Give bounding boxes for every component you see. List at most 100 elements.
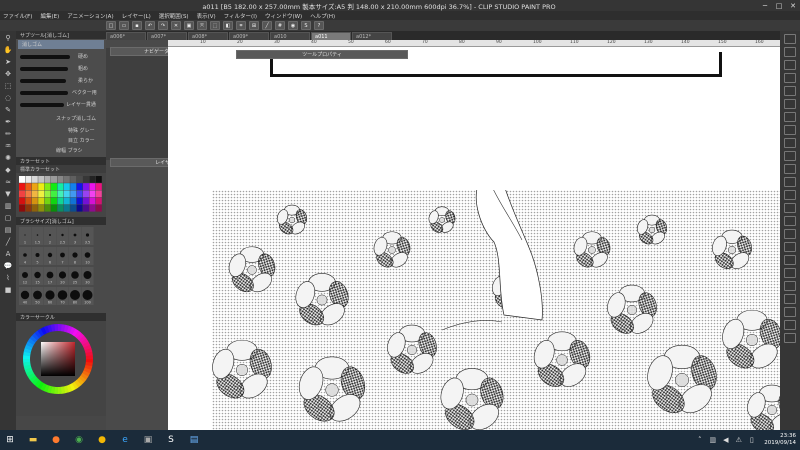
approximate-color-icon[interactable] xyxy=(784,190,796,200)
color-swatch[interactable] xyxy=(57,197,64,205)
internet-explorer-icon[interactable]: e xyxy=(115,431,135,449)
brush-size-icon[interactable] xyxy=(784,320,796,330)
color-swatch[interactable] xyxy=(76,176,83,183)
subtool-item[interactable]: レイヤー貫通 xyxy=(66,101,96,108)
brush-size-dot[interactable] xyxy=(34,271,41,279)
app-window-icon[interactable]: ▣ xyxy=(138,431,158,449)
color-swatch[interactable] xyxy=(44,204,51,212)
intermediate-color-icon[interactable] xyxy=(784,203,796,213)
ruler-tool-icon[interactable]: ╱ xyxy=(2,237,14,247)
eyedropper-tool-icon[interactable]: ✎ xyxy=(2,105,14,115)
tab-a006[interactable]: a006* xyxy=(106,32,146,40)
save-icon[interactable]: ▪ xyxy=(132,21,142,30)
navigator-icon[interactable] xyxy=(784,281,796,291)
menu-animation[interactable]: アニメーション(A) xyxy=(67,12,113,20)
color-swatch[interactable] xyxy=(89,197,96,205)
selection-tool-icon[interactable]: ⬚ xyxy=(2,81,14,91)
airbrush-tool-icon[interactable]: ✺ xyxy=(2,153,14,163)
brush-size-dot[interactable] xyxy=(46,271,54,279)
tab-a007[interactable]: a007* xyxy=(147,32,187,40)
start-windows-icon[interactable]: ⊞ xyxy=(0,431,20,449)
brush-size-dot[interactable] xyxy=(45,290,55,300)
close-button[interactable]: ✕ xyxy=(786,0,800,11)
subtool-item[interactable]: 硬め xyxy=(78,53,88,60)
balloon-tool-icon[interactable]: 💬 xyxy=(2,261,14,271)
menu-filter[interactable]: フィルター(I) xyxy=(224,12,257,20)
color-swatch[interactable] xyxy=(89,183,96,190)
volume-icon[interactable]: ◀ xyxy=(721,436,730,445)
layer-move-tool-icon[interactable]: ✥ xyxy=(2,69,14,79)
color-swatch[interactable] xyxy=(95,176,102,183)
color-swatch[interactable] xyxy=(95,183,102,190)
color-swatch[interactable] xyxy=(95,197,102,205)
color-swatch[interactable] xyxy=(38,190,45,198)
invert-icon[interactable]: ◧ xyxy=(223,21,233,30)
notification-icon[interactable]: ⚠ xyxy=(734,436,743,445)
menu-file[interactable]: ファイル(F) xyxy=(3,12,32,20)
layer-icon[interactable] xyxy=(784,268,796,278)
tab-a011[interactable]: a011 xyxy=(311,32,351,40)
zoom-tool-icon[interactable]: ⚲ xyxy=(2,33,14,43)
brush-size-dot[interactable] xyxy=(33,290,42,300)
history-icon[interactable] xyxy=(784,47,796,57)
menu-layer[interactable]: レイヤー(L) xyxy=(122,12,151,20)
gradient-tool-icon[interactable]: ▥ xyxy=(2,201,14,211)
brush-size-dot[interactable] xyxy=(49,234,51,236)
color-swatch[interactable] xyxy=(83,190,89,198)
new-icon[interactable]: □ xyxy=(106,21,116,30)
color-swatch[interactable] xyxy=(57,176,64,183)
pencil-tool-icon[interactable]: ✏ xyxy=(2,129,14,139)
tab-a008[interactable]: a008* xyxy=(188,32,228,40)
fill-icon[interactable]: ▣ xyxy=(184,21,194,30)
layer-property-icon[interactable] xyxy=(784,34,796,44)
figure-tool-icon[interactable]: ▢ xyxy=(2,213,14,223)
brush-size-dot[interactable] xyxy=(24,234,26,236)
color-swatch[interactable] xyxy=(76,204,83,212)
grid-icon[interactable]: # xyxy=(275,21,285,30)
color-wheel[interactable] xyxy=(16,321,106,411)
text-tool-icon[interactable]: A xyxy=(2,249,14,259)
subtool-item[interactable]: 粗め xyxy=(78,65,88,72)
color-swatch[interactable] xyxy=(83,183,89,190)
subtool-item[interactable]: 線幅 ブラシ xyxy=(56,147,83,154)
color-swatch[interactable] xyxy=(51,190,57,198)
redo-icon[interactable]: ↷ xyxy=(158,21,168,30)
color-swatch[interactable] xyxy=(89,190,96,198)
menu-edit[interactable]: 編集(E) xyxy=(40,12,59,20)
color-swatch[interactable] xyxy=(31,183,38,190)
correct-line-tool-icon[interactable]: ⌇ xyxy=(2,273,14,283)
color-swatch[interactable] xyxy=(76,190,83,198)
brush-size-dot[interactable] xyxy=(20,290,30,300)
subtool-item[interactable]: 目立 カラー xyxy=(68,137,95,144)
color-swatch[interactable] xyxy=(76,197,83,205)
brush-size-dot[interactable] xyxy=(73,233,77,237)
help-icon[interactable]: ? xyxy=(314,21,324,30)
pen-tool-icon[interactable]: ✒ xyxy=(2,117,14,127)
color-slider-icon[interactable] xyxy=(784,229,796,239)
brush-size-dot[interactable] xyxy=(36,234,39,236)
brush-size-dot[interactable] xyxy=(72,252,78,258)
color-swatch[interactable] xyxy=(95,190,102,198)
network-icon[interactable]: ▥ xyxy=(708,436,717,445)
color-swatch[interactable] xyxy=(19,183,25,190)
ruler-icon[interactable]: ╱ xyxy=(262,21,272,30)
color-swatch[interactable] xyxy=(25,190,32,198)
tool-icon[interactable] xyxy=(784,242,796,252)
subtool-item[interactable]: 特殊 グレー xyxy=(68,127,95,134)
brush-size-dot[interactable] xyxy=(23,253,27,257)
color-swatch[interactable] xyxy=(70,197,77,205)
property-icon[interactable] xyxy=(784,333,796,343)
operation-tool-icon[interactable]: ➤ xyxy=(2,57,14,67)
firefox-icon[interactable]: ● xyxy=(46,431,66,449)
color-swatch[interactable] xyxy=(76,183,83,190)
frame-tool-icon[interactable]: ▤ xyxy=(2,225,14,235)
color-swatch[interactable] xyxy=(25,204,32,212)
menu-selection[interactable]: 選択範囲(S) xyxy=(159,12,189,20)
color-swatch[interactable] xyxy=(19,176,25,183)
clear-icon[interactable]: ✕ xyxy=(171,21,181,30)
color-set-name[interactable]: 標準カラーセット xyxy=(16,165,106,173)
camera-icon[interactable]: ◉ xyxy=(288,21,298,30)
color-swatch[interactable] xyxy=(51,204,57,212)
subtool-item-eraser[interactable]: 消しゴム xyxy=(22,41,42,48)
brush-size-grid[interactable]: 1 1.5 2 2.5 3 3.5 4 5 6 7 8 10 12 15 17 20 25 30 40 50 60 70 8… xyxy=(16,225,106,313)
